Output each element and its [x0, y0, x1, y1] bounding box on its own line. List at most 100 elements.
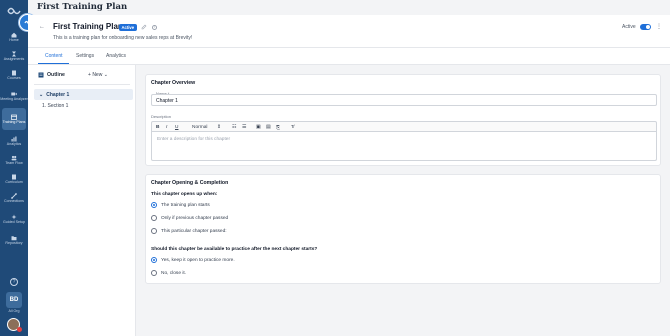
card-title: Chapter Overview	[151, 80, 196, 86]
radio-button[interactable]	[151, 257, 157, 263]
sidebar-item-label: Courses	[7, 75, 21, 80]
sidebar-item-label: Home	[9, 37, 19, 42]
new-item-button[interactable]: + New ⌄	[88, 72, 108, 78]
radio-button[interactable]	[151, 215, 157, 221]
status-badge: Active	[119, 24, 137, 31]
outline-title: Outline	[47, 72, 65, 78]
chapter-opening-card: Chapter Opening & Completion This chapte…	[145, 174, 661, 284]
radio-previous-passed[interactable]: Only if previous chapter passed	[151, 215, 228, 221]
sidebar-item-assignments[interactable]: Assignments	[0, 47, 28, 65]
info-icon[interactable]: i	[152, 24, 157, 30]
plus-icon: +	[88, 72, 91, 78]
plan-header: ← First Training Plan Active i This is a…	[28, 15, 670, 48]
radio-label: Only if previous chapter passed	[161, 215, 229, 221]
sidebar-item-courses[interactable]: Courses	[0, 66, 28, 84]
sidebar-item-connections[interactable]: Connections	[0, 189, 28, 207]
sidebar-item-guided-setup[interactable]: Guided Setup	[0, 209, 28, 229]
image-icon[interactable]: ▣	[256, 125, 261, 130]
format-select-value: Normal	[192, 124, 208, 130]
sidebar-item-label: Connections	[4, 198, 24, 203]
description-editor[interactable]: Enter a description for this chapter	[151, 132, 657, 161]
editor-toolbar: B I U Normal ⇕ ☷ ☰ ▣ ▤ ⎘ T̸	[151, 121, 657, 132]
sidebar-item-team-flow[interactable]: Team Flow	[0, 151, 28, 169]
sidebar-item-meeting-analyzer[interactable]: Meeting Analyzer	[0, 86, 28, 106]
guided-setup-icon	[11, 214, 17, 220]
org-label: All Org	[8, 309, 20, 313]
book-icon	[12, 70, 16, 76]
radio-button[interactable]	[151, 228, 157, 234]
radio-close[interactable]: No, close it.	[151, 270, 186, 276]
radio-label: This particular chapter passed:	[161, 228, 227, 234]
bar-chart-icon	[11, 136, 17, 142]
sidebar-item-repository[interactable]: Repository	[0, 231, 28, 249]
pencil-icon[interactable]	[141, 24, 147, 30]
tab-content[interactable]: Content	[45, 53, 63, 59]
new-button-label: New	[92, 72, 103, 78]
chevron-down-icon: ⌄	[103, 72, 108, 78]
org-switcher[interactable]: BD	[6, 292, 22, 308]
tab-analytics[interactable]: Analytics	[106, 53, 126, 59]
format-select[interactable]: Normal ⇕	[192, 125, 221, 130]
outline-icon	[38, 72, 44, 78]
tab-bar: Content Settings Analytics	[28, 48, 670, 65]
sidebar-item-label: Repository	[5, 240, 23, 245]
chapter-name-input[interactable]: Chapter 1	[151, 94, 657, 106]
radio-button[interactable]	[151, 202, 157, 208]
active-toggle[interactable]	[640, 24, 651, 30]
help-icon[interactable]: ?	[10, 278, 18, 286]
description-label: Description	[151, 114, 172, 119]
bullet-list-icon[interactable]: ☰	[242, 125, 246, 130]
app-title: First Training Plan	[37, 2, 128, 12]
sidebar-item-label: Assignments	[3, 56, 25, 61]
radio-particular-passed[interactable]: This particular chapter passed:	[151, 228, 227, 234]
ordered-list-icon[interactable]: ☷	[232, 125, 236, 130]
home-icon	[11, 32, 17, 38]
sidebar-item-label: Training Plans	[2, 119, 26, 124]
select-arrows-icon: ⇕	[216, 124, 221, 130]
radio-plan-starts[interactable]: The training plan starts	[151, 202, 210, 208]
card-title: Chapter Opening & Completion	[151, 180, 229, 186]
sidebar-item-label: Meeting Analyzer	[0, 96, 28, 101]
outline-header: Outline	[38, 72, 65, 78]
tab-settings[interactable]: Settings	[76, 53, 94, 59]
radio-keep-open[interactable]: Yes, keep it open to practice more.	[151, 257, 235, 263]
italic-button[interactable]: I	[166, 125, 167, 130]
brand-logo-icon[interactable]	[7, 6, 21, 16]
bold-button[interactable]: B	[156, 125, 159, 130]
hourglass-icon	[12, 51, 16, 57]
outline-section[interactable]: 1. Section 1	[42, 103, 68, 109]
sidebar-item-label: Analytics	[6, 141, 22, 146]
sidebar-item-training-plans[interactable]: Training Plans	[2, 108, 26, 130]
practice-question: Should this chapter be available to prac…	[151, 247, 318, 252]
active-tab-indicator	[38, 63, 69, 65]
sidebar-item-label: Team Flow	[5, 160, 23, 165]
chapter-overview-card: Chapter Overview Name * Chapter 1 Descri…	[145, 74, 661, 166]
top-bar: First Training Plan	[0, 0, 670, 15]
sidebar-item-analytics[interactable]: Analytics	[0, 132, 28, 150]
radio-label: The training plan starts	[161, 202, 210, 208]
clear-format-icon[interactable]: T̸	[291, 125, 294, 130]
team-icon	[11, 155, 17, 161]
sidebar-item-home[interactable]: Home	[0, 28, 28, 46]
sidebar-item-label: Guided Setup	[3, 219, 25, 224]
radio-button[interactable]	[151, 270, 157, 276]
notification-badge	[17, 327, 22, 332]
video-icon[interactable]: ▤	[266, 125, 271, 130]
back-icon[interactable]: ←	[39, 24, 45, 30]
active-toggle-label: Active	[622, 24, 636, 30]
outline-chapter[interactable]: ⌄ Chapter 1	[34, 89, 133, 100]
radio-label: No, close it.	[161, 270, 187, 276]
more-options-icon[interactable]: ⋮	[656, 23, 662, 30]
radio-label: Yes, keep it open to practice more.	[161, 257, 235, 263]
connections-icon	[11, 192, 17, 199]
page-title: First Training Plan	[53, 22, 123, 31]
sidebar-item-curriculum[interactable]: Curriculum	[0, 170, 28, 188]
attachment-icon[interactable]: ⎘	[276, 125, 280, 131]
chevron-down-icon[interactable]: ⌄	[39, 92, 43, 98]
sidebar-item-label: Curriculum	[5, 179, 23, 184]
underline-button[interactable]: U	[175, 125, 178, 130]
calendar-icon	[11, 114, 17, 120]
document-icon	[12, 174, 16, 180]
divider	[34, 84, 130, 85]
opens-when-question: This chapter opens up when:	[151, 192, 218, 197]
